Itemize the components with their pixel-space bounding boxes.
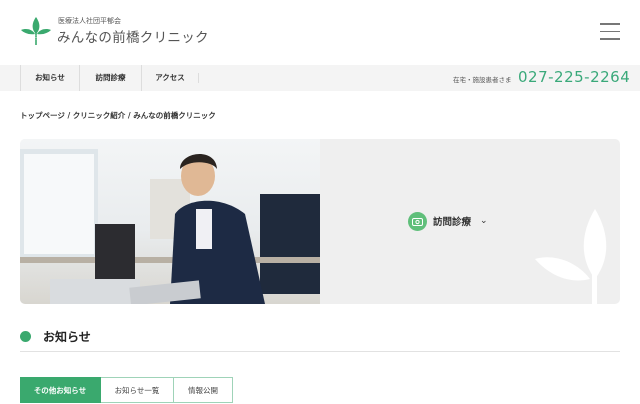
- phone-number[interactable]: 027-225-2264: [518, 68, 630, 86]
- breadcrumb[interactable]: トップページ / クリニック紹介 / みんなの前橋クリニック: [20, 110, 216, 121]
- news-tabs: その他お知らせ お知らせ一覧 情報公開: [20, 377, 233, 403]
- doctor-photo: [20, 139, 320, 304]
- org-name: 医療法人社団平郁会: [58, 17, 121, 25]
- logo-watermark-icon: [535, 209, 607, 304]
- chevron-down-icon: ⌄: [480, 216, 488, 226]
- camera-icon: [408, 211, 427, 231]
- section-bullet-icon: [20, 331, 31, 342]
- nav-divider: [198, 73, 199, 83]
- home-visit-dropdown[interactable]: 訪問診療 ⌄: [408, 211, 488, 231]
- news-section-title: お知らせ: [43, 330, 91, 344]
- home-visit-label: 訪問診療: [433, 217, 472, 228]
- hero-banner: [20, 139, 620, 304]
- clinic-name[interactable]: みんなの前橋クリニック: [57, 26, 209, 46]
- tel-label: 在宅・施設患者さま: [453, 76, 512, 84]
- svg-text:H: H: [33, 35, 38, 42]
- site-header: H 医療法人社団平郁会 みんなの前橋クリニック: [0, 0, 640, 64]
- nav-item-home-visit[interactable]: 訪問診療: [79, 65, 141, 91]
- nav-item-news[interactable]: お知らせ: [20, 65, 79, 91]
- nav-item-access[interactable]: アクセス: [141, 65, 198, 91]
- hamburger-menu-icon[interactable]: [600, 23, 620, 40]
- tab-other-news[interactable]: その他お知らせ: [20, 377, 101, 403]
- section-divider: [20, 351, 620, 352]
- tab-news-list[interactable]: お知らせ一覧: [101, 377, 174, 403]
- clinic-logo-icon[interactable]: H: [20, 16, 52, 46]
- tab-disclosure[interactable]: 情報公開: [174, 377, 233, 403]
